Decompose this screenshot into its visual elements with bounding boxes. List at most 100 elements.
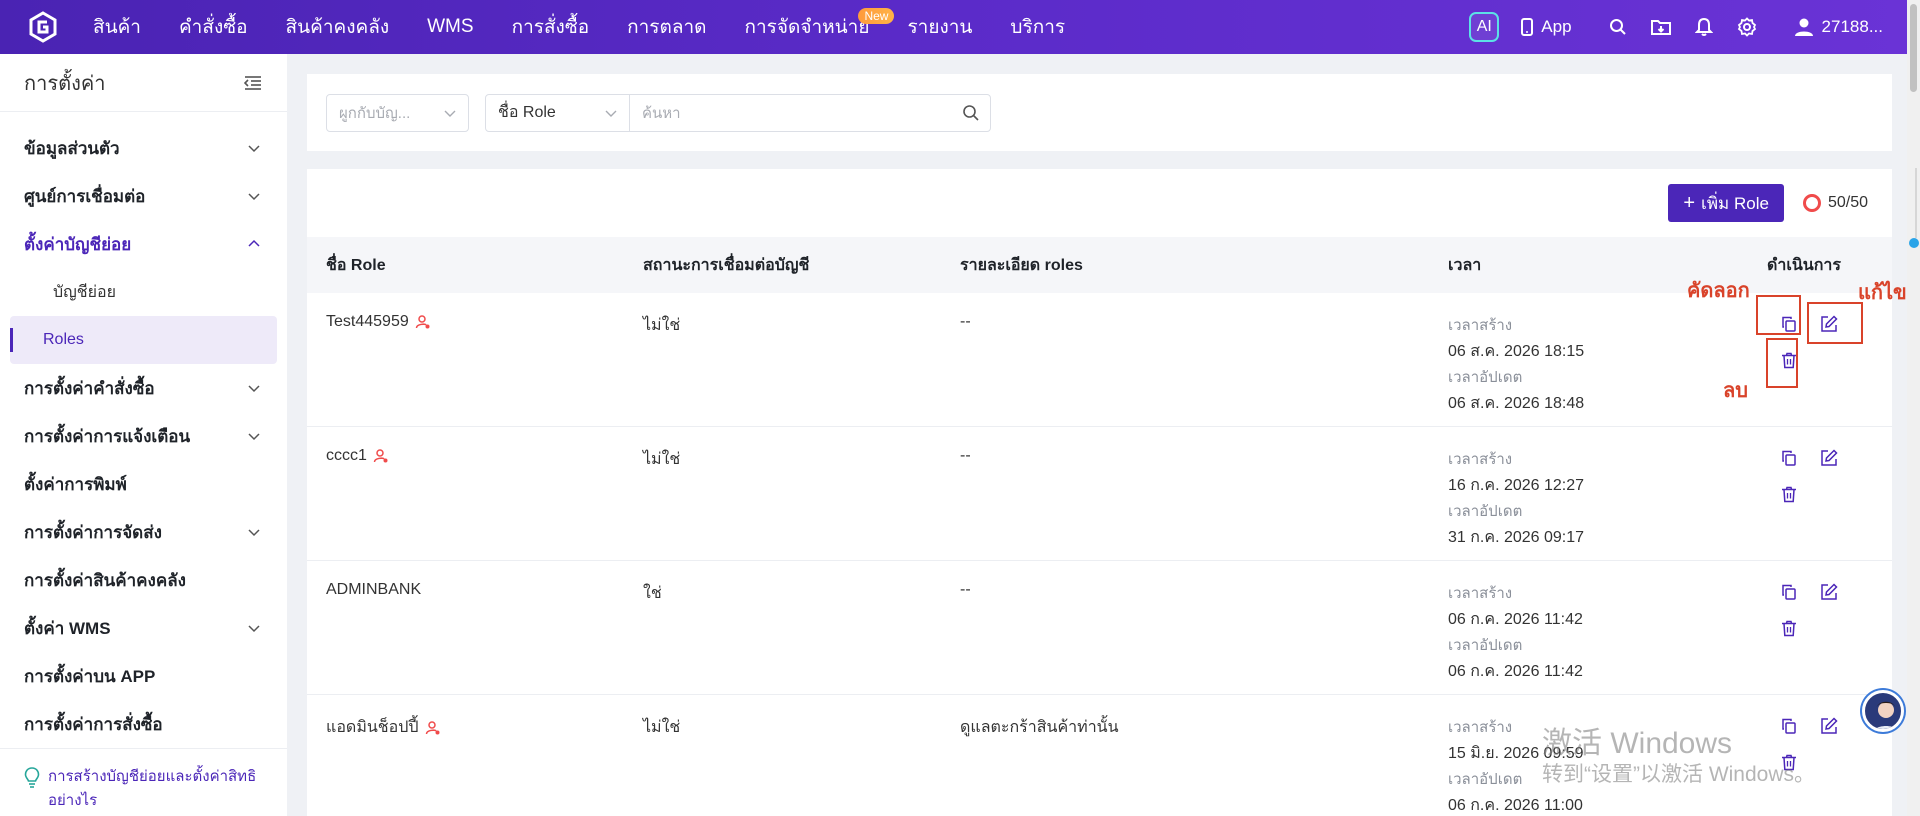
sidebar-item-shipping-settings[interactable]: การตั้งค่าการจัดส่ง xyxy=(0,508,287,556)
copy-icon[interactable] xyxy=(1778,447,1800,469)
header-role-name: ชื่อ Role xyxy=(326,256,386,274)
role-name: cccc1 xyxy=(326,447,367,464)
user-menu[interactable]: 27188... xyxy=(1794,17,1883,37)
annotation-edit-label: แก้ไข xyxy=(1858,282,1907,304)
nav-item-wms[interactable]: WMS xyxy=(408,0,492,54)
nav-item-distribution[interactable]: การจัดจำหน่าย New xyxy=(726,0,895,54)
search-icon[interactable] xyxy=(962,104,980,122)
right-edge-indicator[interactable] xyxy=(1909,238,1919,248)
updated-time: 31 ก.ค. 2026 09:17 xyxy=(1448,529,1585,546)
sidebar-item-profile[interactable]: ข้อมูลส่วนตัว xyxy=(0,124,287,172)
nav-item-marketing[interactable]: การตลาด xyxy=(608,0,725,54)
top-navigation-bar: สินค้า คำสั่งซื้อ สินค้าคงคลัง WMS การสั… xyxy=(0,0,1920,54)
link-status: ใช่ xyxy=(643,585,662,602)
nav-item-purchasing[interactable]: การสั่งซื้อ xyxy=(493,0,609,54)
table-toolbar: + เพิ่ม Role 50/50 xyxy=(307,169,1892,237)
edit-icon[interactable] xyxy=(1818,715,1840,737)
quota-ring-icon xyxy=(1802,194,1821,212)
bell-icon[interactable] xyxy=(1694,17,1714,37)
nav-item-orders[interactable]: คำสั่งซื้อ xyxy=(160,0,267,54)
copy-icon[interactable] xyxy=(1778,715,1800,737)
app-logo-icon[interactable] xyxy=(27,11,59,43)
help-text: การสร้างบัญชีย่อยและตั้งค่าสิทธิ อย่างไร xyxy=(48,765,256,816)
copy-icon[interactable] xyxy=(1778,581,1800,603)
user-linked-icon xyxy=(373,449,388,463)
sidebar-header: การตั้งค่า xyxy=(0,54,287,112)
chevron-down-icon xyxy=(248,385,260,393)
table-row: cccc1 ไม่ใช่ -- เวลาสร้าง 16 ก.ค. 2026 1… xyxy=(307,427,1892,561)
sidebar-item-inventory-settings[interactable]: การตั้งค่าสินค้าคงคลัง xyxy=(0,556,287,604)
page-scrollbar-thumb[interactable] xyxy=(1910,4,1917,92)
add-role-label: เพิ่ม Role xyxy=(1701,193,1769,213)
sidebar-item-label: การตั้งค่าคำสั่งซื้อ xyxy=(24,378,155,398)
main-menu: สินค้า คำสั่งซื้อ สินค้าคงคลัง WMS การสั… xyxy=(93,0,1084,54)
edit-icon[interactable] xyxy=(1818,581,1840,603)
add-role-button[interactable]: + เพิ่ม Role xyxy=(1668,184,1784,222)
annotation-copy-label: คัดลอก xyxy=(1687,280,1750,302)
settings-gear-icon[interactable] xyxy=(1737,17,1757,37)
sidebar-item-order-settings[interactable]: การตั้งค่าคำสั่งซื้อ xyxy=(0,364,287,412)
sidebar-item-wms-settings[interactable]: ตั้งค่า WMS xyxy=(0,604,287,652)
edit-icon[interactable] xyxy=(1818,447,1840,469)
collapse-sidebar-icon[interactable] xyxy=(244,75,262,91)
nav-item-inventory[interactable]: สินค้าคงคลัง xyxy=(267,0,409,54)
app-button[interactable]: App xyxy=(1521,17,1572,37)
chevron-down-icon xyxy=(248,529,260,537)
updated-time: 06 ส.ค. 2026 18:48 xyxy=(1448,395,1585,412)
windows-activation-watermark-subtitle: 转到“设置”以激活 Windows。 xyxy=(1542,763,1816,786)
sidebar-item-label: การตั้งค่าการสั่งซื้อ xyxy=(24,714,163,734)
annotation-delete-label: ลบ xyxy=(1723,380,1748,402)
header-time: เวลา xyxy=(1448,256,1482,274)
sidebar-help-link[interactable]: การสร้างบัญชีย่อยและตั้งค่าสิทธิ อย่างไร xyxy=(0,748,287,816)
sidebar-item-subaccount-settings[interactable]: ตั้งค่าบัญชีย่อย xyxy=(0,220,287,268)
chevron-down-icon xyxy=(248,625,260,633)
sidebar-item-label: ตั้งค่าบัญชีย่อย xyxy=(24,234,132,254)
user-linked-icon xyxy=(415,315,430,329)
page-scrollbar[interactable] xyxy=(1907,0,1920,816)
role-name: ADMINBANK xyxy=(326,581,422,598)
role-details: -- xyxy=(960,313,971,330)
time-cell: เวลาสร้าง 06 ก.ค. 2026 11:42 เวลาอัปเดต … xyxy=(1448,581,1583,685)
sidebar-subitem-roles[interactable]: Roles xyxy=(10,316,277,364)
linked-account-select[interactable]: ผูกกับบัญ... xyxy=(326,93,469,132)
link-status: ไม่ใช่ xyxy=(643,719,681,736)
support-chat-avatar[interactable] xyxy=(1862,690,1904,732)
search-group: ชื่อ Role ค้นหา xyxy=(485,93,991,132)
search-icon[interactable] xyxy=(1608,17,1628,37)
role-name: Test445959 xyxy=(326,313,409,330)
sidebar-subitem-subaccounts[interactable]: บัญชีย่อย xyxy=(10,268,277,316)
role-name-cell: Test445959 xyxy=(326,313,431,331)
delete-trash-icon[interactable] xyxy=(1778,617,1800,639)
sidebar-item-notification-settings[interactable]: การตั้งค่าการแจ้งเตือน xyxy=(0,412,287,460)
link-status: ไม่ใช่ xyxy=(643,451,681,468)
chevron-up-icon xyxy=(248,239,260,247)
header-actions: ดำเนินการ xyxy=(1767,256,1841,274)
right-edge-track xyxy=(1915,168,1917,238)
chevron-down-icon xyxy=(248,145,260,153)
sidebar-item-print-settings[interactable]: ตั้งค่าการพิมพ์ xyxy=(0,460,287,508)
sidebar-item-connections[interactable]: ศูนย์การเชื่อมต่อ xyxy=(0,172,287,220)
chevron-down-icon xyxy=(248,433,260,441)
created-time: 06 ส.ค. 2026 18:15 xyxy=(1448,343,1585,360)
created-label: เวลาสร้าง xyxy=(1448,585,1513,602)
search-field-select[interactable]: ชื่อ Role xyxy=(486,94,630,131)
nav-item-services[interactable]: บริการ xyxy=(991,0,1084,54)
delete-trash-icon[interactable] xyxy=(1778,483,1800,505)
nav-item-products[interactable]: สินค้า xyxy=(93,0,160,54)
sidebar-item-purchase-settings[interactable]: การตั้งค่าการสั่งซื้อ xyxy=(0,700,287,748)
row-actions xyxy=(1771,445,1851,525)
sidebar-menu: ข้อมูลส่วนตัว ศูนย์การเชื่อมต่อ ตั้งค่าบ… xyxy=(0,112,287,748)
sidebar-title: การตั้งค่า xyxy=(24,72,106,95)
sidebar-item-app-settings[interactable]: การตั้งค่าบน APP xyxy=(0,652,287,700)
folder-download-icon[interactable] xyxy=(1650,17,1671,37)
nav-item-reports[interactable]: รายงาน xyxy=(888,0,991,54)
help-text-line2: อย่างไร xyxy=(48,792,98,809)
search-input[interactable]: ค้นหา xyxy=(630,95,990,131)
linked-account-placeholder: ผูกกับบัญ... xyxy=(339,104,411,122)
annotation-delete-box xyxy=(1766,338,1798,388)
row-actions xyxy=(1771,579,1851,659)
table-header: ชื่อ Role สถานะการเชื่อมต่อบัญชี รายละเอ… xyxy=(307,237,1892,293)
help-text-line1: การสร้างบัญชีย่อยและตั้งค่าสิทธิ xyxy=(48,768,257,785)
ai-button[interactable]: AI xyxy=(1469,12,1500,42)
sidebar-item-label: ศูนย์การเชื่อมต่อ xyxy=(24,186,146,206)
